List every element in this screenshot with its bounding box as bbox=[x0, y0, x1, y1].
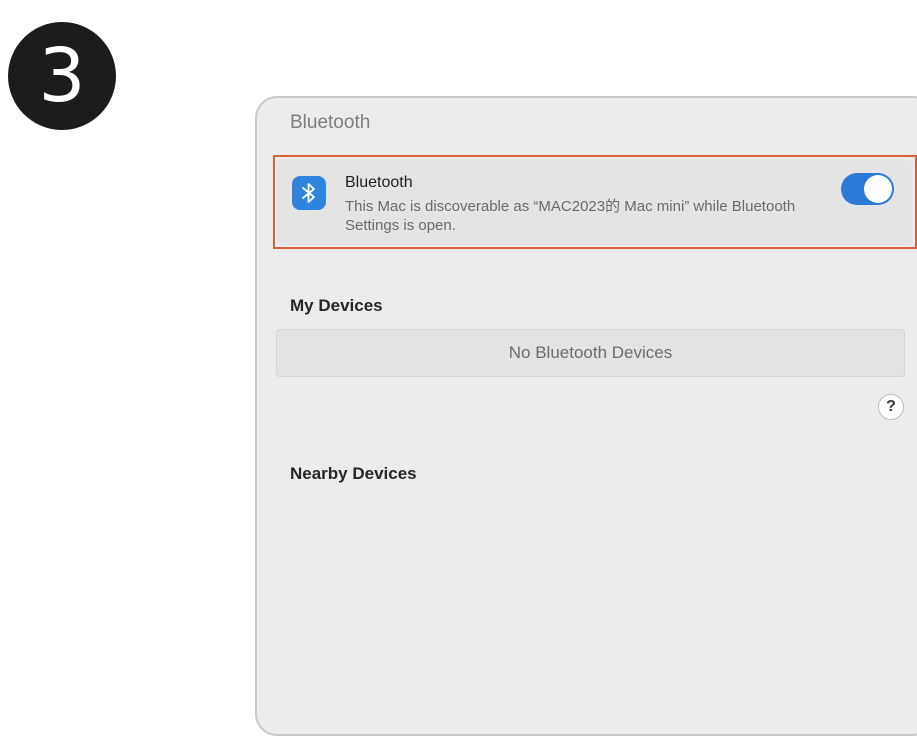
window-title: Bluetooth bbox=[290, 112, 371, 133]
bluetooth-settings-window: Bluetooth Bluetooth This Mac is discover… bbox=[255, 96, 917, 736]
my-devices-heading: My Devices bbox=[290, 296, 383, 315]
help-label: ? bbox=[886, 398, 896, 415]
step-number: 3 bbox=[38, 33, 86, 119]
highlight-frame bbox=[273, 155, 917, 249]
no-devices-box: No Bluetooth Devices bbox=[276, 329, 905, 377]
no-devices-text: No Bluetooth Devices bbox=[508, 343, 673, 362]
nearby-devices-heading: Nearby Devices bbox=[290, 464, 417, 483]
help-button[interactable]: ? bbox=[878, 394, 904, 420]
step-number-badge: 3 bbox=[8, 22, 116, 130]
